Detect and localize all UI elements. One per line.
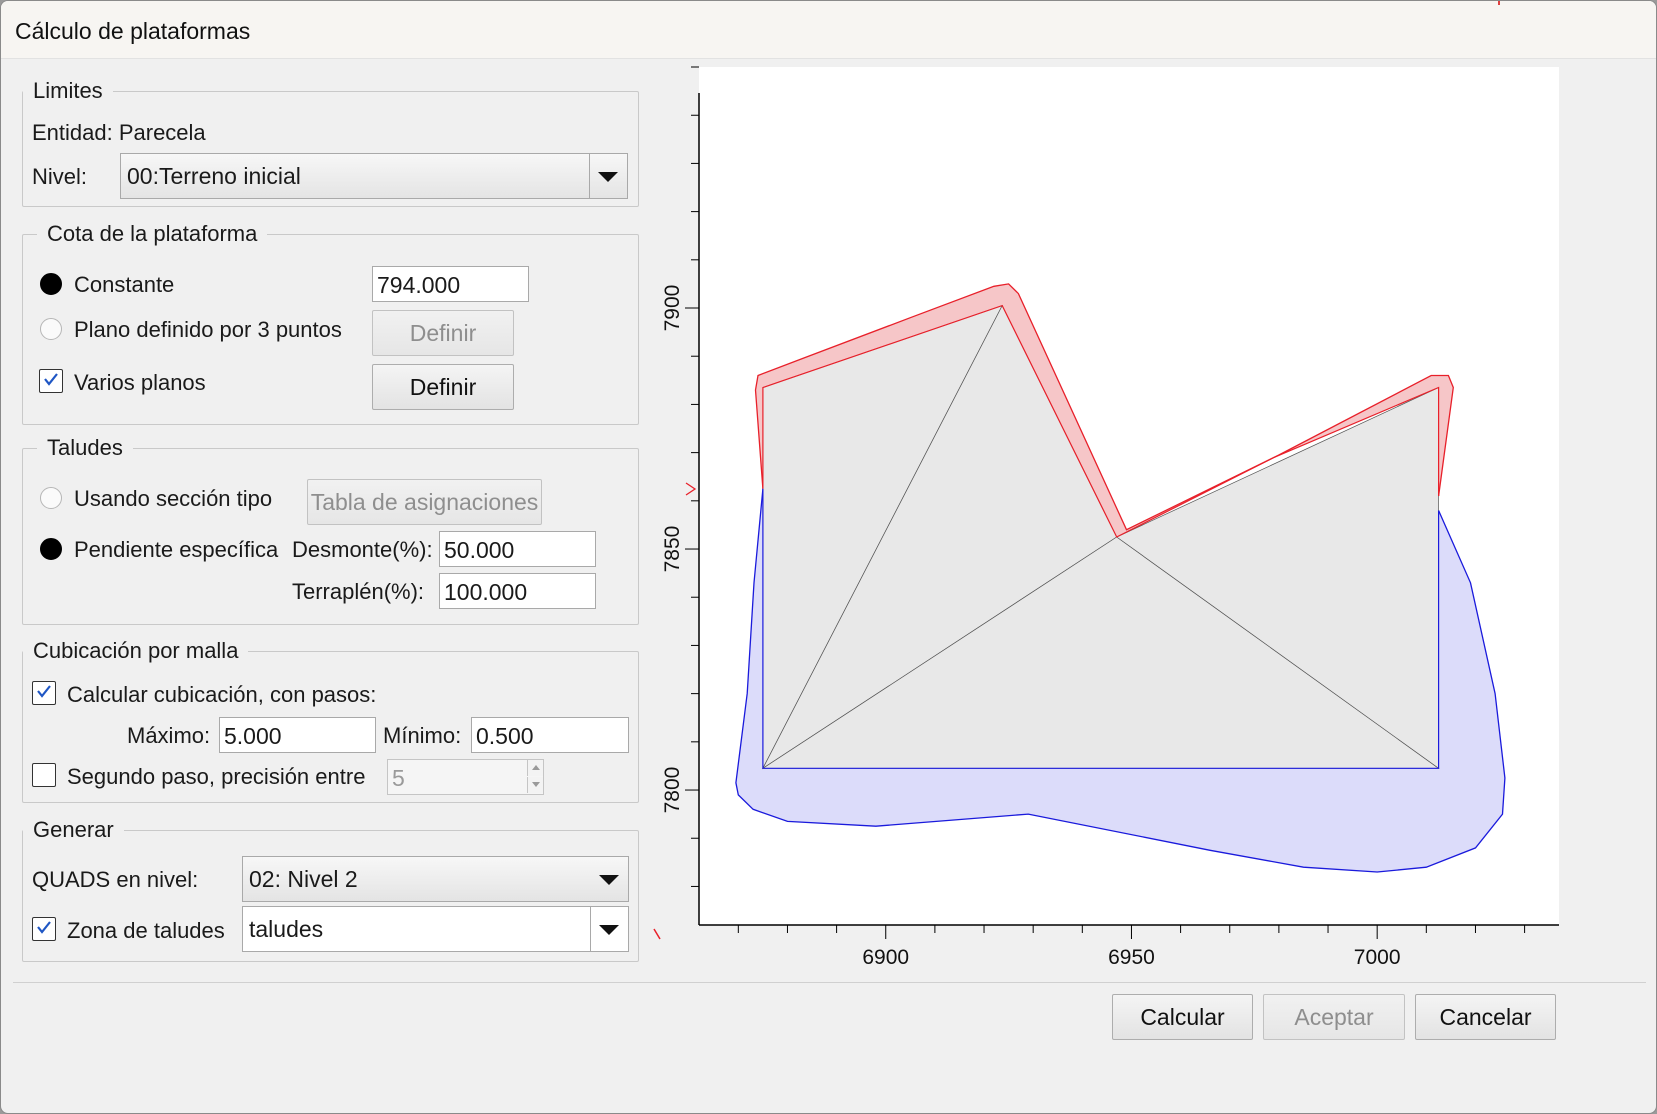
calcular-button[interactable]: Calcular bbox=[1112, 994, 1253, 1040]
minimo-input[interactable]: 0.500 bbox=[471, 717, 629, 753]
desmonte-label: Desmonte(%): bbox=[292, 537, 433, 562]
varios-planos-label: Varios planos bbox=[74, 370, 206, 395]
segundo-paso-spinner[interactable]: 5 bbox=[387, 759, 544, 795]
cancelar-button[interactable]: Cancelar bbox=[1415, 994, 1556, 1040]
minimo-input-value: 0.500 bbox=[476, 723, 534, 749]
x-tick-label: 7000 bbox=[1354, 946, 1401, 969]
dialog-window: Cálculo de plataformas Limites Entidad: … bbox=[0, 0, 1657, 1114]
zona-taludes-dropdown[interactable] bbox=[590, 907, 628, 951]
zona-taludes-select[interactable]: taludes bbox=[242, 906, 629, 952]
pendiente-especifica-label: Pendiente específica bbox=[74, 537, 279, 562]
chevron-down-icon bbox=[599, 875, 619, 885]
title-accent-mark bbox=[1498, 1, 1500, 5]
seccion-tipo-radio[interactable] bbox=[40, 487, 62, 509]
nivel-select[interactable]: 00:Terreno inicial bbox=[120, 153, 628, 199]
quads-label: QUADS en nivel: bbox=[32, 867, 199, 892]
tabla-asignaciones-button[interactable]: Tabla de asignaciones bbox=[307, 479, 542, 525]
nivel-label: Nivel: bbox=[32, 164, 88, 189]
aceptar-button[interactable]: Aceptar bbox=[1263, 994, 1405, 1040]
limites-legend: Limites bbox=[23, 77, 113, 105]
chevron-down-icon bbox=[599, 925, 619, 935]
x-tick-label: 6950 bbox=[1108, 946, 1155, 969]
maximo-input-value: 5.000 bbox=[224, 723, 282, 749]
nivel-select-value: 00:Terreno inicial bbox=[127, 163, 301, 189]
constante-input-value: 794.000 bbox=[377, 272, 461, 298]
y-tick-label: 7850 bbox=[661, 526, 684, 573]
terraplen-input[interactable]: 100.000 bbox=[439, 573, 596, 609]
constante-radio[interactable] bbox=[40, 273, 62, 295]
calcular-cubicacion-label: Calcular cubicación, con pasos: bbox=[67, 682, 377, 707]
segundo-paso-label: Segundo paso, precisión entre bbox=[67, 764, 366, 789]
constante-input[interactable]: 794.000 bbox=[372, 266, 529, 302]
desmonte-input[interactable]: 50.000 bbox=[439, 531, 596, 567]
terraplen-input-value: 100.000 bbox=[444, 579, 528, 605]
y-tick-label: 7800 bbox=[661, 767, 684, 814]
nivel-select-dropdown[interactable] bbox=[589, 154, 627, 198]
y-tick-label: 7900 bbox=[661, 285, 684, 332]
plano-3-puntos-radio[interactable] bbox=[40, 318, 62, 340]
chevron-down-icon bbox=[598, 172, 618, 182]
pendiente-especifica-radio[interactable] bbox=[40, 538, 62, 560]
segundo-paso-value: 5 bbox=[392, 765, 405, 791]
plano-definir-button[interactable]: Definir bbox=[372, 310, 514, 356]
title-bar[interactable]: Cálculo de plataformas bbox=[1, 1, 1656, 59]
maximo-label: Máximo: bbox=[127, 723, 211, 748]
checkmark-icon bbox=[44, 373, 58, 386]
plano-3-puntos-label: Plano definido por 3 puntos bbox=[74, 317, 342, 342]
cota-legend: Cota de la plataforma bbox=[37, 220, 268, 248]
y-axis-cursor-marker bbox=[685, 482, 697, 496]
constante-label: Constante bbox=[74, 272, 175, 297]
quads-select[interactable]: 02: Nivel 2 bbox=[242, 856, 629, 902]
spin-up-icon[interactable] bbox=[527, 760, 543, 776]
zona-taludes-checkbox[interactable] bbox=[32, 917, 56, 941]
minimo-label: Mínimo: bbox=[383, 723, 462, 748]
taludes-legend: Taludes bbox=[37, 434, 133, 462]
seccion-tipo-label: Usando sección tipo bbox=[74, 486, 273, 511]
segundo-paso-checkbox[interactable] bbox=[32, 763, 56, 787]
varios-planos-checkbox[interactable] bbox=[39, 369, 63, 393]
zona-taludes-label: Zona de taludes bbox=[67, 918, 225, 943]
generar-legend: Generar bbox=[23, 816, 124, 844]
x-axis-cursor-marker bbox=[653, 928, 661, 940]
checkmark-icon bbox=[37, 685, 51, 698]
cubicacion-legend: Cubicación por malla bbox=[23, 637, 249, 665]
entidad-label: Entidad: Parecela bbox=[32, 120, 206, 145]
x-tick-label: 6900 bbox=[862, 946, 909, 969]
bottom-separator bbox=[13, 982, 1646, 983]
terraplen-label: Terraplén(%): bbox=[292, 579, 425, 604]
varios-definir-button[interactable]: Definir bbox=[372, 364, 514, 410]
desmonte-input-value: 50.000 bbox=[444, 537, 515, 563]
checkmark-icon bbox=[37, 921, 51, 934]
zona-taludes-value: taludes bbox=[249, 916, 324, 942]
spin-down-icon[interactable] bbox=[527, 777, 543, 793]
window-title: Cálculo de plataformas bbox=[15, 18, 251, 44]
calcular-cubicacion-checkbox[interactable] bbox=[32, 681, 56, 705]
plot-canvas[interactable] bbox=[699, 67, 1559, 925]
quads-select-dropdown[interactable] bbox=[590, 857, 628, 901]
quads-select-value: 02: Nivel 2 bbox=[249, 866, 358, 892]
maximo-input[interactable]: 5.000 bbox=[219, 717, 376, 753]
